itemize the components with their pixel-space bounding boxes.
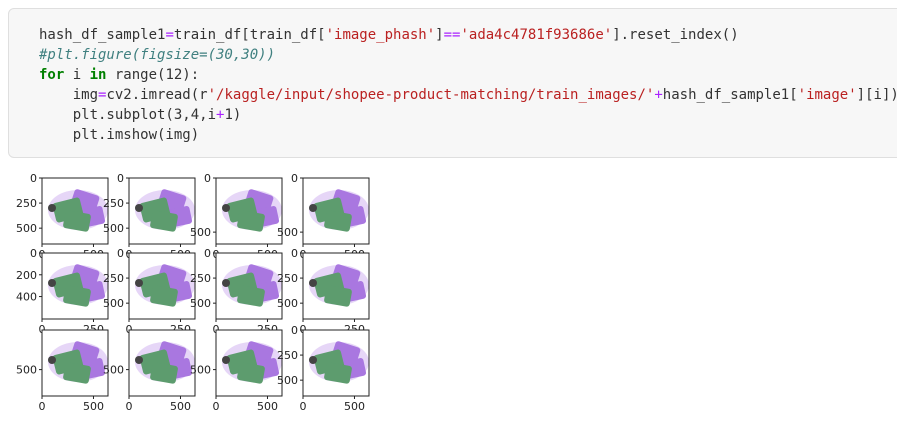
code-cell[interactable]: hash_df_sample1=train_df[train_df['image… [8,8,897,158]
subplot: 02505000500 [277,324,370,413]
y-tick-label: 250 [103,272,124,285]
y-tick-label: 0 [291,172,298,185]
y-tick-label: 250 [277,272,298,285]
camera-icon [135,279,143,287]
code-token: hash_df_sample1[ [662,87,798,103]
product-image [303,253,369,319]
code-token: cv2.imread(r [106,87,208,103]
x-tick-label: 0 [213,400,220,413]
product-image [216,330,282,396]
code-comment: #plt.figure(figsize=(30,30)) [39,47,276,63]
y-tick-label: 500 [103,222,124,235]
y-tick-label: 0 [291,247,298,260]
subplot: 500 0 500 [103,329,196,413]
code-token: 'ada4c4781f93686e' [460,27,613,43]
product-image [129,178,195,244]
subplot-grid: 0250500050002505000500050005000500050002… [16,172,370,413]
camera-icon [48,204,56,212]
product-image [42,178,108,244]
y-tick-label: 200 [16,269,37,282]
camera-icon [135,356,143,364]
y-tick-label: 500 [190,226,211,239]
y-tick-label: 500 [277,297,298,310]
y-tick-label: 500 [277,226,298,239]
y-tick-label: 0 [117,172,124,185]
product-image [303,330,369,396]
y-tick-label: 500 [190,364,211,377]
camera-icon [48,279,56,287]
code-token: for [39,67,65,83]
y-tick-label: 500 [103,297,124,310]
x-tick-label: 0 [39,400,46,413]
subplot: 500 0 500 [190,329,283,413]
y-tick-label: 0 [204,247,211,260]
camera-icon [48,356,56,364]
y-tick-label: 500 [190,297,211,310]
code-token: '/kaggle/input/shopee-product-matching/t… [207,87,655,103]
camera-icon [309,356,317,364]
code-token: train_df[train_df[ [173,27,326,43]
y-tick-label: 400 [16,291,37,304]
code-token: ] [435,27,444,43]
y-tick-label: 0 [291,324,298,337]
code-token: plt.imshow(img) [39,127,200,143]
x-tick-label: 0 [126,400,133,413]
product-image [216,253,282,319]
subplot: 02505000250 [277,247,370,336]
subplot: 02004000 250 [16,247,109,336]
code-token: hash_df_sample1 [39,27,166,43]
y-tick-label: 250 [16,197,37,210]
product-image [42,253,108,319]
camera-icon [222,356,230,364]
product-image [303,178,369,244]
product-image [129,330,195,396]
y-tick-label: 500 [16,222,37,235]
y-tick-label: 500 [103,364,124,377]
camera-icon [135,204,143,212]
code-token: img [39,87,99,103]
code-token: plt.subplot(3,4,i [39,107,217,123]
code-token: ].reset_index() [612,27,739,43]
x-tick-label: 500 [170,400,191,413]
y-tick-label: 250 [190,272,211,285]
subplot: 02505000250 [103,247,196,336]
y-tick-label: 0 [117,247,124,260]
y-tick-label: 500 [277,374,298,387]
product-image [216,178,282,244]
code-token: range(12): [106,67,200,83]
x-tick-label: 500 [83,400,104,413]
x-tick-label: 0 [300,400,307,413]
camera-icon [222,279,230,287]
code-editor[interactable]: hash_df_sample1=train_df[train_df['image… [39,25,897,145]
code-token: == [443,27,461,43]
y-tick-label: 0 [30,247,37,260]
code-token: ][i]) [856,87,897,103]
cell-output: 0250500050002505000500050005000500050002… [0,160,400,420]
code-token: + [654,87,663,103]
code-token: 'image_phash' [325,27,436,43]
y-tick-label: 0 [204,172,211,185]
code-token: 1) [224,107,242,123]
camera-icon [309,204,317,212]
y-tick-label: 500 [16,364,37,377]
x-tick-label: 500 [344,400,365,413]
subplot: 500 0 500 [16,329,109,413]
y-tick-label: 250 [103,197,124,210]
x-tick-label: 500 [257,400,278,413]
code-token: = [165,27,174,43]
product-image [129,253,195,319]
code-token: i [64,67,90,83]
camera-icon [309,279,317,287]
subplot: 02505000250 [190,247,283,336]
y-tick-label: 0 [30,172,37,185]
product-image [42,330,108,396]
y-tick-label: 250 [277,349,298,362]
code-token: 'image' [797,87,857,103]
code-token: in [89,67,107,83]
camera-icon [222,204,230,212]
